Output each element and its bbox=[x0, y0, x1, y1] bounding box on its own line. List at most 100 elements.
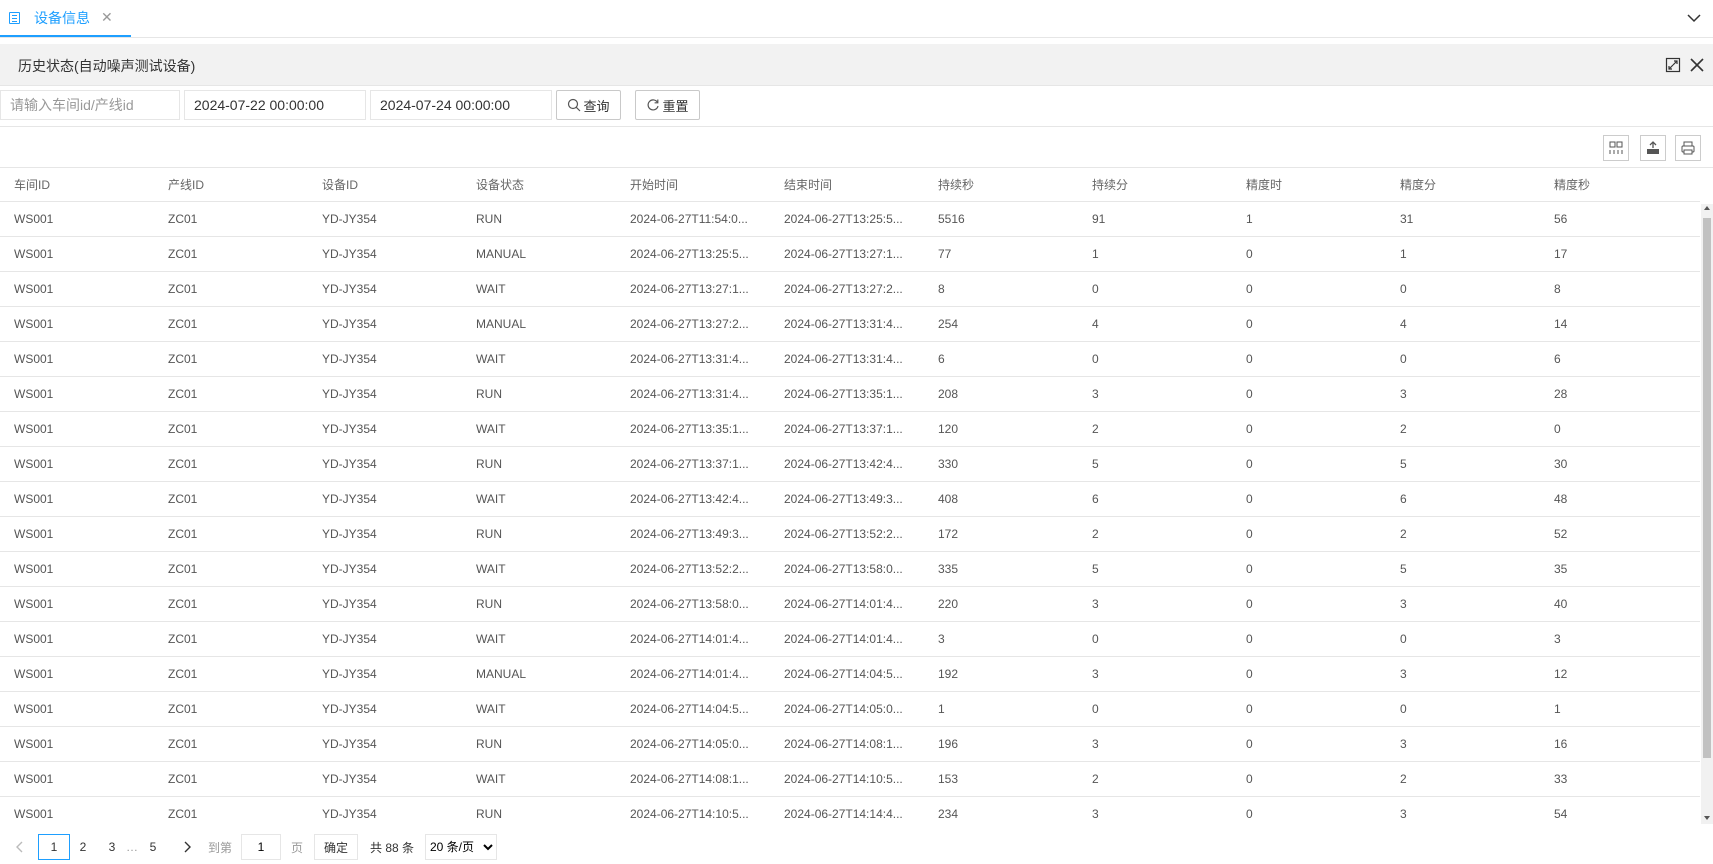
table-cell: 5516 bbox=[924, 201, 1078, 237]
table-cell: 0 bbox=[1232, 761, 1386, 797]
table-cell: WS001 bbox=[0, 411, 154, 447]
table-cell: 153 bbox=[924, 761, 1078, 797]
table-row[interactable]: WS001 ZC01 YD-JY354 RUN 2024-06-27T14:10:5..… bbox=[0, 796, 1700, 827]
table-cell: 0 bbox=[1232, 691, 1386, 727]
goto-page-input[interactable] bbox=[241, 834, 281, 860]
table-cell: 2024-06-27T13:52:2... bbox=[616, 551, 770, 587]
table-cell: 0 bbox=[1540, 411, 1700, 447]
workshop-line-id-input[interactable] bbox=[0, 90, 180, 120]
table-cell: YD-JY354 bbox=[308, 656, 462, 692]
table-row[interactable]: WS001 ZC01 YD-JY354 WAIT 2024-06-27T13:27:1.… bbox=[0, 271, 1700, 307]
print-button[interactable] bbox=[1675, 135, 1701, 161]
end-time-input[interactable] bbox=[370, 90, 552, 120]
table-cell: 2 bbox=[1386, 516, 1540, 552]
table-cell: 4 bbox=[1078, 306, 1232, 342]
tab-device-info[interactable]: 设备信息 ✕ bbox=[0, 0, 131, 37]
table-cell: 52 bbox=[1540, 516, 1700, 552]
page-5-button[interactable]: 5 bbox=[143, 834, 163, 860]
table-cell: 0 bbox=[1232, 306, 1386, 342]
column-header[interactable]: 产线ID bbox=[154, 167, 308, 202]
table-cell: 2024-06-27T13:37:1... bbox=[770, 411, 924, 447]
table-cell: 330 bbox=[924, 446, 1078, 482]
table-cell: ZC01 bbox=[154, 586, 308, 622]
table-cell: 1 bbox=[1232, 201, 1386, 237]
column-header[interactable]: 精度时 bbox=[1232, 167, 1386, 202]
search-icon bbox=[568, 98, 581, 112]
page-size-select[interactable]: 20 条/页 bbox=[425, 834, 497, 860]
table-cell: 0 bbox=[1386, 271, 1540, 307]
table-cell: WS001 bbox=[0, 446, 154, 482]
table-cell: 3 bbox=[1078, 656, 1232, 692]
column-header[interactable]: 开始时间 bbox=[616, 167, 770, 202]
page-2-button[interactable]: 2 bbox=[73, 834, 93, 860]
page-3-button[interactable]: 3 bbox=[102, 834, 122, 860]
prev-page-button[interactable] bbox=[10, 834, 30, 860]
table-row[interactable]: WS001 ZC01 YD-JY354 MANUAL 2024-06-27T13:27:… bbox=[0, 306, 1700, 342]
table-row[interactable]: WS001 ZC01 YD-JY354 RUN 2024-06-27T13:37:1..… bbox=[0, 446, 1700, 482]
table-cell: WAIT bbox=[462, 621, 616, 657]
column-header[interactable]: 精度分 bbox=[1386, 167, 1540, 202]
table-cell: WS001 bbox=[0, 691, 154, 727]
page-1-button[interactable]: 1 bbox=[38, 834, 70, 860]
table-cell: ZC01 bbox=[154, 551, 308, 587]
table-cell: 0 bbox=[1232, 551, 1386, 587]
table-row[interactable]: WS001 ZC01 YD-JY354 MANUAL 2024-06-27T13:25:… bbox=[0, 236, 1700, 272]
table-row[interactable]: WS001 ZC01 YD-JY354 RUN 2024-06-27T13:49:3..… bbox=[0, 516, 1700, 552]
column-header[interactable]: 设备状态 bbox=[462, 167, 616, 202]
tab-close-icon[interactable]: ✕ bbox=[101, 9, 113, 26]
table-row[interactable]: WS001 ZC01 YD-JY354 WAIT 2024-06-27T14:04:5.… bbox=[0, 691, 1700, 727]
export-button[interactable] bbox=[1640, 135, 1666, 161]
table-row[interactable]: WS001 ZC01 YD-JY354 WAIT 2024-06-27T14:01:4.… bbox=[0, 621, 1700, 657]
table-cell: 2024-06-27T13:49:3... bbox=[616, 516, 770, 552]
column-header[interactable]: 车间ID bbox=[0, 167, 154, 202]
column-header[interactable]: 持续秒 bbox=[924, 167, 1078, 202]
table-row[interactable]: WS001 ZC01 YD-JY354 MANUAL 2024-06-27T14:01:… bbox=[0, 656, 1700, 692]
table-cell: YD-JY354 bbox=[308, 236, 462, 272]
table-cell: YD-JY354 bbox=[308, 341, 462, 377]
table-cell: 2024-06-27T13:58:0... bbox=[616, 586, 770, 622]
table-cell: WS001 bbox=[0, 516, 154, 552]
chevron-down-icon[interactable] bbox=[1685, 9, 1703, 27]
table-row[interactable]: WS001 ZC01 YD-JY354 WAIT 2024-06-27T13:42:4.… bbox=[0, 481, 1700, 517]
scroll-down-icon[interactable] bbox=[1703, 814, 1711, 822]
table-cell: 12 bbox=[1540, 656, 1700, 692]
close-icon[interactable] bbox=[1689, 57, 1705, 73]
table-cell: 91 bbox=[1078, 201, 1232, 237]
table-cell: 1 bbox=[924, 691, 1078, 727]
maximize-icon[interactable] bbox=[1665, 57, 1681, 73]
column-header[interactable]: 精度秒 bbox=[1540, 167, 1700, 202]
table-header-row: 车间ID 产线ID 设备ID 设备状态 开始时间 结束时间 持续秒 持续分 精度时 精度分 精度秒 bbox=[0, 167, 1700, 202]
columns-button[interactable] bbox=[1603, 135, 1629, 161]
table-cell: 2024-06-27T14:08:1... bbox=[770, 726, 924, 762]
table-cell: 2024-06-27T13:31:4... bbox=[616, 376, 770, 412]
column-header[interactable]: 结束时间 bbox=[770, 167, 924, 202]
start-time-input[interactable] bbox=[184, 90, 366, 120]
query-label: 查询 bbox=[583, 98, 610, 114]
table-cell: 2024-06-27T13:25:5... bbox=[770, 201, 924, 237]
table-row[interactable]: WS001 ZC01 YD-JY354 RUN 2024-06-27T13:58:0..… bbox=[0, 586, 1700, 622]
table-row[interactable]: WS001 ZC01 YD-JY354 WAIT 2024-06-27T13:31:4.… bbox=[0, 341, 1700, 377]
table-cell: 0 bbox=[1232, 516, 1386, 552]
table-cell: 3 bbox=[1386, 586, 1540, 622]
table-cell: MANUAL bbox=[462, 236, 616, 272]
table-row[interactable]: WS001 ZC01 YD-JY354 RUN 2024-06-27T11:54:0..… bbox=[0, 201, 1700, 237]
table-cell: WS001 bbox=[0, 656, 154, 692]
table-row[interactable]: WS001 ZC01 YD-JY354 WAIT 2024-06-27T13:35:1.… bbox=[0, 411, 1700, 447]
table-row[interactable]: WS001 ZC01 YD-JY354 WAIT 2024-06-27T14:08:1.… bbox=[0, 761, 1700, 797]
table-cell: WAIT bbox=[462, 691, 616, 727]
query-button[interactable]: 查询 bbox=[556, 90, 621, 120]
goto-confirm-button[interactable]: 确定 bbox=[314, 834, 358, 860]
table-row[interactable]: WS001 ZC01 YD-JY354 RUN 2024-06-27T13:31:4..… bbox=[0, 376, 1700, 412]
table-scrollbar[interactable] bbox=[1701, 204, 1713, 824]
table-cell: WS001 bbox=[0, 726, 154, 762]
scroll-up-icon[interactable] bbox=[1703, 204, 1711, 212]
table-row[interactable]: WS001 ZC01 YD-JY354 RUN 2024-06-27T14:05:0..… bbox=[0, 726, 1700, 762]
column-header[interactable]: 持续分 bbox=[1078, 167, 1232, 202]
scrollbar-thumb[interactable] bbox=[1703, 218, 1711, 758]
reset-button[interactable]: 重置 bbox=[635, 90, 700, 120]
table-cell: 2024-06-27T14:05:0... bbox=[616, 726, 770, 762]
next-page-button[interactable] bbox=[177, 834, 197, 860]
table-row[interactable]: WS001 ZC01 YD-JY354 WAIT 2024-06-27T13:52:2.… bbox=[0, 551, 1700, 587]
table-cell: 0 bbox=[1232, 656, 1386, 692]
column-header[interactable]: 设备ID bbox=[308, 167, 462, 202]
